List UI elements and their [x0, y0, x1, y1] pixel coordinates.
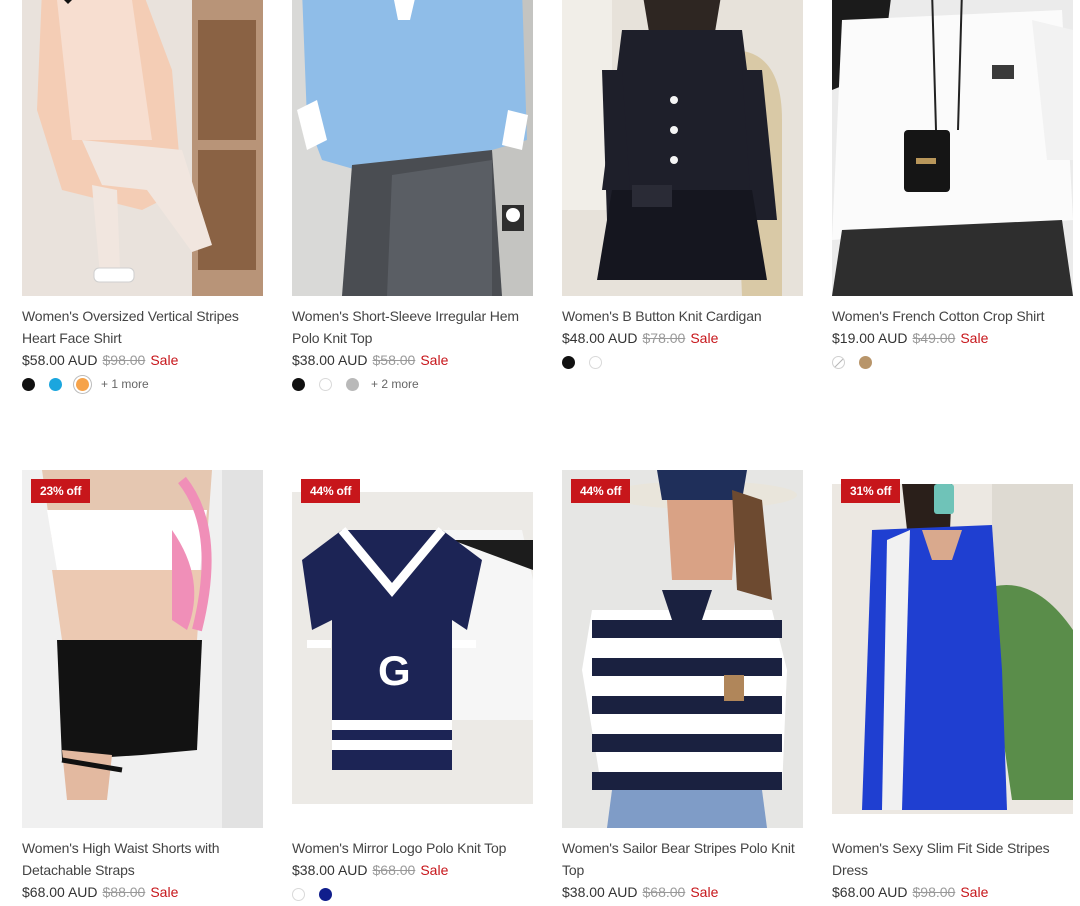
product-image[interactable]: 23% off: [22, 470, 263, 828]
color-swatches: [562, 354, 803, 370]
sale-price: $38.00 AUD: [292, 862, 368, 878]
price-line: $68.00 AUD $88.00 Sale: [22, 881, 263, 903]
product-card[interactable]: 44% off Women's Sailor Bear Stripes Polo…: [562, 470, 803, 906]
product-image[interactable]: [832, 0, 1073, 296]
product-card[interactable]: Women's French Cotton Crop Shirt $19.00 …: [832, 0, 1073, 370]
product-card[interactable]: G 44% off Women's Mirror Logo Polo Knit …: [292, 470, 533, 902]
compare-price: $88.00: [102, 884, 146, 900]
compare-price: $78.00: [642, 330, 686, 346]
price-line: $38.00 AUD $68.00 Sale: [562, 881, 803, 903]
color-swatch[interactable]: [319, 377, 332, 391]
product-image[interactable]: 31% off: [832, 470, 1073, 828]
sale-price: $68.00 AUD: [22, 884, 98, 900]
product-title[interactable]: Women's B Button Knit Cardigan: [562, 305, 803, 327]
product-card[interactable]: 23% off Women's High Waist Shorts with D…: [22, 470, 263, 906]
product-image[interactable]: [22, 0, 263, 296]
svg-text:G: G: [378, 647, 411, 694]
discount-badge: 23% off: [31, 479, 91, 503]
product-image[interactable]: [292, 0, 533, 296]
product-title[interactable]: Women's Sailor Bear Stripes Polo Knit To…: [562, 837, 803, 881]
compare-price: $98.00: [102, 352, 146, 368]
product-card[interactable]: 31% off Women's Sexy Slim Fit Side Strip…: [832, 470, 1073, 906]
sale-label: Sale: [690, 884, 719, 900]
compare-price: $49.00: [912, 330, 956, 346]
color-swatch[interactable]: [49, 377, 62, 391]
price-line: $38.00 AUD $58.00 Sale: [292, 349, 533, 371]
product-image[interactable]: G 44% off: [292, 470, 533, 828]
product-title[interactable]: Women's High Waist Shorts with Detachabl…: [22, 837, 263, 881]
product-image[interactable]: 44% off: [562, 470, 803, 828]
product-title[interactable]: Women's Mirror Logo Polo Knit Top: [292, 837, 533, 859]
product-title[interactable]: Women's Sexy Slim Fit Side Stripes Dress: [832, 837, 1073, 881]
color-swatch[interactable]: [319, 887, 332, 901]
product-grid: Women's Oversized Vertical Stripes Heart…: [0, 0, 1080, 906]
compare-price: $68.00: [372, 862, 416, 878]
product-card[interactable]: Women's Oversized Vertical Stripes Heart…: [22, 0, 263, 392]
color-swatch[interactable]: [832, 355, 845, 369]
price-line: $58.00 AUD $98.00 Sale: [22, 349, 263, 371]
compare-price: $98.00: [912, 884, 956, 900]
color-swatch[interactable]: [292, 377, 305, 391]
more-colors-link[interactable]: + 1 more: [101, 377, 149, 391]
sale-price: $48.00 AUD: [562, 330, 638, 346]
sale-label: Sale: [420, 862, 449, 878]
color-swatch[interactable]: [22, 377, 35, 391]
product-title[interactable]: Women's French Cotton Crop Shirt: [832, 305, 1073, 327]
color-swatches: + 2 more: [292, 376, 533, 392]
compare-price: $58.00: [372, 352, 416, 368]
color-swatch[interactable]: [589, 355, 602, 369]
sale-label: Sale: [420, 352, 449, 368]
product-card[interactable]: Women's B Button Knit Cardigan $48.00 AU…: [562, 0, 803, 370]
sale-price: $19.00 AUD: [832, 330, 908, 346]
color-swatch[interactable]: [76, 377, 89, 391]
color-swatch[interactable]: [292, 887, 305, 901]
more-colors-link[interactable]: + 2 more: [371, 377, 419, 391]
product-image[interactable]: [562, 0, 803, 296]
sale-label: Sale: [690, 330, 719, 346]
color-swatch[interactable]: [859, 355, 872, 369]
sale-price: $38.00 AUD: [292, 352, 368, 368]
discount-badge: 44% off: [571, 479, 631, 503]
discount-badge: 44% off: [301, 479, 361, 503]
product-title[interactable]: Women's Oversized Vertical Stripes Heart…: [22, 305, 263, 349]
price-line: $48.00 AUD $78.00 Sale: [562, 327, 803, 349]
color-swatches: + 1 more: [22, 376, 263, 392]
discount-badge: 31% off: [841, 479, 901, 503]
color-swatch[interactable]: [346, 377, 359, 391]
product-title[interactable]: Women's Short-Sleeve Irregular Hem Polo …: [292, 305, 533, 349]
price-line: $38.00 AUD $68.00 Sale: [292, 859, 533, 881]
sale-price: $38.00 AUD: [562, 884, 638, 900]
product-card[interactable]: Women's Short-Sleeve Irregular Hem Polo …: [292, 0, 533, 392]
price-line: $68.00 AUD $98.00 Sale: [832, 881, 1073, 903]
sale-label: Sale: [150, 884, 179, 900]
sale-price: $68.00 AUD: [832, 884, 908, 900]
color-swatches: [292, 886, 533, 902]
color-swatches: [832, 354, 1073, 370]
sale-label: Sale: [150, 352, 179, 368]
sale-label: Sale: [960, 330, 989, 346]
sale-price: $58.00 AUD: [22, 352, 98, 368]
compare-price: $68.00: [642, 884, 686, 900]
color-swatch[interactable]: [562, 355, 575, 369]
price-line: $19.00 AUD $49.00 Sale: [832, 327, 1073, 349]
sale-label: Sale: [960, 884, 989, 900]
